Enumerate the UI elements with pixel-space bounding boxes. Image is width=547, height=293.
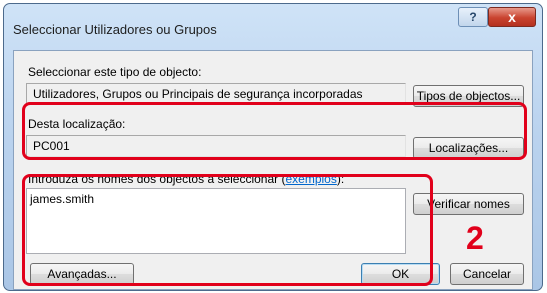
cancel-button[interactable]: Cancelar [450,263,524,285]
location-label: Desta localização: [28,117,126,131]
locations-button[interactable]: Localizações... [413,137,524,159]
close-button[interactable]: x [488,7,536,27]
object-types-button[interactable]: Tipos de objectos... [413,85,524,107]
dialog-window: Seleccionar Utilizadores ou Grupos ? x S… [3,3,543,291]
names-label: Introduza os nomes dos objectos a selecc… [28,172,344,186]
object-type-value: Utilizadores, Grupos ou Principais de se… [26,83,406,105]
check-names-button[interactable]: Verificar nomes [413,193,524,215]
object-type-label: Seleccionar este tipo de objecto: [28,65,202,79]
advanced-button[interactable]: Avançadas... [30,263,134,285]
examples-link[interactable]: exemplos [285,172,336,186]
object-names-input[interactable]: james.smith [26,188,406,254]
dialog-body: Seleccionar este tipo de objecto: Utiliz… [13,50,533,290]
location-value: PC001 [26,135,406,157]
dialog-title: Seleccionar Utilizadores ou Grupos [13,22,217,37]
step-number: 2 [466,220,484,256]
ok-button[interactable]: OK [361,263,440,285]
names-label-prefix: Introduza os nomes dos objectos a selecc… [28,172,286,186]
help-button[interactable]: ? [458,7,488,27]
names-label-suffix: ): [336,172,345,186]
